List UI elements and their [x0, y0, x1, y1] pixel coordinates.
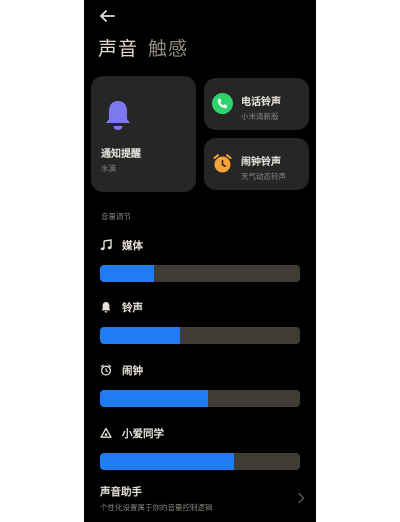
- notification-card-subtitle: 水滴: [101, 164, 116, 173]
- notification-card-text: 通知提醒 水滴: [101, 145, 141, 174]
- chevron-right-icon: [298, 492, 305, 504]
- alarm-volume-label: 闹钟: [122, 364, 143, 377]
- xiaoai-volume-label: 小爱同学: [122, 427, 164, 440]
- alarm-volume-fill: [100, 390, 208, 407]
- notification-card-title: 通知提醒: [101, 149, 141, 160]
- sound-settings-screen: 声音 触感 通知提醒 水滴 电话铃声 小米清新版 闹钟铃声 天气动态铃声 音量调…: [84, 0, 316, 522]
- media-volume-row: 媒体: [100, 237, 300, 282]
- bell-icon: [101, 302, 111, 313]
- sound-assistant-row[interactable]: 声音助手 个性化设置属于你的音量控制逻辑: [100, 484, 305, 513]
- alarm-card-title: 闹钟铃声: [241, 157, 281, 168]
- xiaoai-volume-fill: [100, 453, 234, 470]
- ringtone-volume-slider[interactable]: [100, 327, 300, 344]
- xiaoai-volume-row: 小爱同学: [100, 425, 300, 470]
- alarm-ringtone-card[interactable]: 闹钟铃声 天气动态铃声: [204, 138, 309, 190]
- tab-haptics[interactable]: 触感: [148, 34, 188, 61]
- xiaoai-volume-slider[interactable]: [100, 453, 300, 470]
- tab-bar: 声音 触感: [98, 34, 188, 61]
- music-note-icon: [100, 239, 112, 251]
- back-arrow-icon[interactable]: [98, 7, 116, 25]
- alarm-clock-icon: [212, 153, 233, 174]
- ringtone-volume-fill: [100, 327, 180, 344]
- alarm-volume-slider[interactable]: [100, 390, 300, 407]
- ringtone-card-title: 电话铃声: [241, 97, 281, 108]
- bell-icon: [106, 101, 130, 130]
- sound-assistant-subtitle: 个性化设置属于你的音量控制逻辑: [100, 503, 213, 512]
- ringtone-volume-label: 铃声: [122, 301, 143, 314]
- media-volume-fill: [100, 265, 154, 282]
- ringtone-card[interactable]: 电话铃声 小米清新版: [204, 78, 309, 130]
- ringtone-volume-row: 铃声: [100, 299, 300, 344]
- media-volume-label: 媒体: [122, 239, 143, 252]
- xiaoai-icon: [100, 427, 112, 438]
- alarm-clock-icon: [100, 364, 112, 376]
- alarm-card-subtitle: 天气动态铃声: [241, 172, 286, 181]
- notification-sound-card[interactable]: [91, 76, 196, 192]
- volume-section-label: 音量调节: [101, 212, 131, 221]
- alarm-card-text: 闹钟铃声 天气动态铃声: [241, 153, 286, 182]
- phone-icon: [212, 93, 233, 114]
- tab-sound[interactable]: 声音: [98, 34, 138, 61]
- alarm-volume-row: 闹钟: [100, 362, 300, 407]
- ringtone-card-subtitle: 小米清新版: [241, 112, 279, 121]
- sound-assistant-title: 声音助手: [100, 486, 142, 498]
- ringtone-card-text: 电话铃声 小米清新版: [241, 93, 281, 122]
- media-volume-slider[interactable]: [100, 265, 300, 282]
